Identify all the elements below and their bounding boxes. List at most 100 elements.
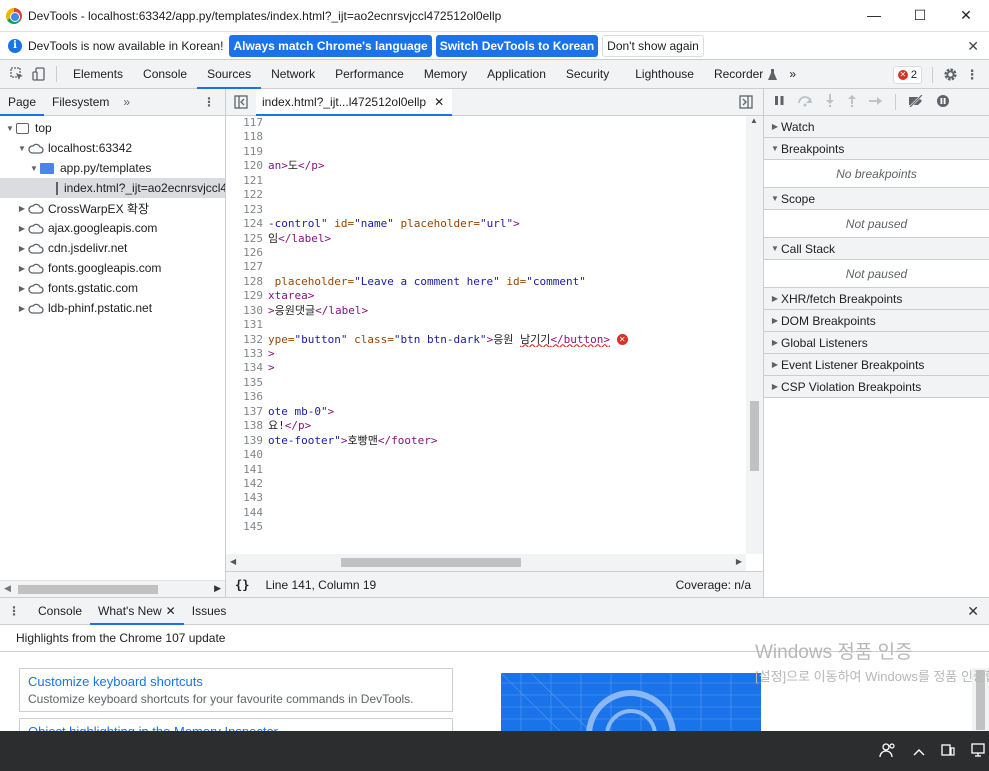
switch-to-korean-button[interactable]: Switch DevTools to Korean	[435, 34, 599, 57]
step-over-icon[interactable]	[797, 95, 813, 110]
tab-elements[interactable]: Elements	[63, 60, 133, 88]
line-number[interactable]: 136	[226, 390, 266, 404]
line-number[interactable]: 145	[226, 520, 266, 534]
line-number[interactable]: 127	[226, 260, 266, 274]
maximize-button[interactable]: ☐	[897, 0, 943, 30]
navigator-kebab-icon[interactable]: ⋮	[203, 95, 215, 109]
line-number[interactable]: 134	[226, 361, 266, 375]
network-icon[interactable]	[971, 742, 985, 760]
device-toolbar-icon[interactable]	[28, 60, 50, 88]
line-number[interactable]: 124	[226, 217, 266, 231]
section-global-listeners[interactable]: ▶ Global Listeners	[764, 332, 989, 354]
line-number[interactable]: 119	[226, 145, 266, 159]
line-number[interactable]: 121	[226, 174, 266, 188]
section-csp-violation-breakpoints[interactable]: ▶ CSP Violation Breakpoints	[764, 376, 989, 398]
tree-item-crosswarp[interactable]: ▶ CrossWarpEX 확장	[0, 198, 225, 218]
editor-tab-index-html[interactable]: index.html?_ijt...l472512ol0ellp ✕	[256, 89, 453, 116]
show-hidden-icons-chevron-icon[interactable]	[913, 743, 925, 759]
navigator-more-button[interactable]: »	[117, 89, 136, 115]
tab-sources[interactable]: Sources	[197, 60, 262, 89]
dont-show-again-button[interactable]: Don't show again	[602, 34, 704, 57]
infobar-close-icon[interactable]: ✕	[967, 38, 979, 55]
line-number[interactable]: 131	[226, 318, 266, 332]
line-number[interactable]: 128	[226, 275, 266, 289]
inspect-element-icon[interactable]	[6, 60, 28, 88]
line-number[interactable]: 122	[226, 188, 266, 202]
pause-on-exceptions-icon[interactable]	[936, 94, 950, 111]
tree-item-ajax[interactable]: ▶ ajax.googleapis.com	[0, 218, 225, 238]
section-scope[interactable]: ▼ Scope	[764, 188, 989, 210]
editor-horizontal-scrollbar[interactable]: ◀ ▶	[226, 554, 746, 571]
scrollbar-thumb[interactable]	[341, 558, 521, 567]
tab-lighthouse[interactable]: Lighthouse	[619, 60, 704, 88]
section-call-stack[interactable]: ▼ Call Stack	[764, 238, 989, 260]
line-number[interactable]: 144	[226, 506, 266, 520]
editor-vertical-scrollbar[interactable]: ▲	[746, 116, 763, 554]
toggle-debugger-icon[interactable]	[739, 95, 753, 112]
step-icon[interactable]	[869, 95, 883, 109]
code-area[interactable]: an>도</p> -control" id="name" placeholder…	[268, 116, 746, 448]
tree-item-ldb[interactable]: ▶ ldb-phinf.pstatic.net	[0, 298, 225, 318]
drawer-kebab-icon[interactable]: ⋮	[0, 598, 30, 624]
pretty-print-braces-icon[interactable]: {}	[235, 578, 249, 592]
scrollbar-thumb[interactable]	[18, 585, 158, 594]
tree-item-fonts-googleapis[interactable]: ▶ fonts.googleapis.com	[0, 258, 225, 278]
customize-menu-kebab-icon[interactable]: ⋮	[961, 67, 983, 83]
line-number[interactable]: 123	[226, 203, 266, 217]
line-number[interactable]: 139	[226, 434, 266, 448]
step-into-icon[interactable]	[825, 94, 835, 110]
tree-item-file[interactable]: index.html?_ijt=ao2ecnrsvjccl472512ol0el…	[0, 178, 225, 198]
close-window-button[interactable]: ✕	[943, 0, 989, 30]
drawer-tab-close-icon[interactable]: ✕	[166, 604, 176, 618]
line-number[interactable]: 117	[226, 116, 266, 130]
scroll-left-arrow-icon[interactable]: ◀	[230, 557, 236, 566]
tab-security[interactable]: Security	[556, 60, 619, 88]
line-number[interactable]: 126	[226, 246, 266, 260]
tab-application[interactable]: Application	[477, 60, 556, 88]
section-dom-breakpoints[interactable]: ▶ DOM Breakpoints	[764, 310, 989, 332]
drawer-tab-whats-new[interactable]: What's New ✕	[90, 598, 184, 625]
section-event-listener-breakpoints[interactable]: ▶ Event Listener Breakpoints	[764, 354, 989, 376]
tree-item-top[interactable]: ▼ top	[0, 118, 225, 138]
line-number[interactable]: 129	[226, 289, 266, 303]
navigator-tab-page[interactable]: Page	[0, 89, 45, 116]
line-number[interactable]: 138	[226, 419, 266, 433]
line-number[interactable]: 142	[226, 477, 266, 491]
editor-tab-close-icon[interactable]: ✕	[434, 95, 444, 109]
line-number[interactable]: 135	[226, 376, 266, 390]
scroll-up-arrow-icon[interactable]: ▲	[750, 116, 758, 125]
pause-icon[interactable]	[774, 95, 785, 109]
minimize-button[interactable]: —	[851, 0, 897, 30]
settings-gear-icon[interactable]	[939, 67, 961, 82]
line-number-gutter[interactable]: 117 118 119 120 121 122 123 124 125 126 …	[226, 116, 266, 535]
people-icon[interactable]	[879, 742, 897, 761]
device-icon[interactable]	[941, 743, 955, 760]
tree-item-fonts-gstatic[interactable]: ▶ fonts.gstatic.com	[0, 278, 225, 298]
feature-card[interactable]: Customize keyboard shortcuts Customize k…	[19, 668, 453, 712]
line-number[interactable]: 120	[226, 159, 266, 173]
step-out-icon[interactable]	[847, 94, 857, 110]
more-tabs-button[interactable]: »	[779, 60, 806, 88]
tree-item-cdn[interactable]: ▶ cdn.jsdelivr.net	[0, 238, 225, 258]
line-number[interactable]: 143	[226, 491, 266, 505]
feature-card-link[interactable]: Customize keyboard shortcuts	[28, 674, 444, 689]
line-number[interactable]: 137	[226, 405, 266, 419]
line-number[interactable]: 141	[226, 463, 266, 477]
tree-item-localhost[interactable]: ▼ localhost:63342	[0, 138, 225, 158]
navigator-tab-filesystem[interactable]: Filesystem	[44, 89, 117, 115]
tab-memory[interactable]: Memory	[414, 60, 477, 88]
deactivate-breakpoints-icon[interactable]	[908, 93, 924, 110]
section-watch[interactable]: ▶ Watch	[764, 116, 989, 138]
drawer-tab-issues[interactable]: Issues	[184, 598, 235, 624]
section-breakpoints[interactable]: ▼ Breakpoints	[764, 138, 989, 160]
line-number[interactable]: 130	[226, 304, 266, 318]
tree-item-folder[interactable]: ▼ app.py/templates	[0, 158, 225, 178]
tab-performance[interactable]: Performance	[325, 60, 414, 88]
line-number[interactable]: 140	[226, 448, 266, 462]
toggle-navigator-icon[interactable]	[234, 95, 248, 112]
inline-error-icon[interactable]: ✕	[616, 334, 628, 346]
scroll-right-arrow-icon[interactable]: ▶	[214, 583, 221, 594]
drawer-tab-console[interactable]: Console	[30, 598, 90, 624]
tab-console[interactable]: Console	[133, 60, 197, 88]
error-count-badge[interactable]: ✕ 2	[892, 65, 922, 84]
